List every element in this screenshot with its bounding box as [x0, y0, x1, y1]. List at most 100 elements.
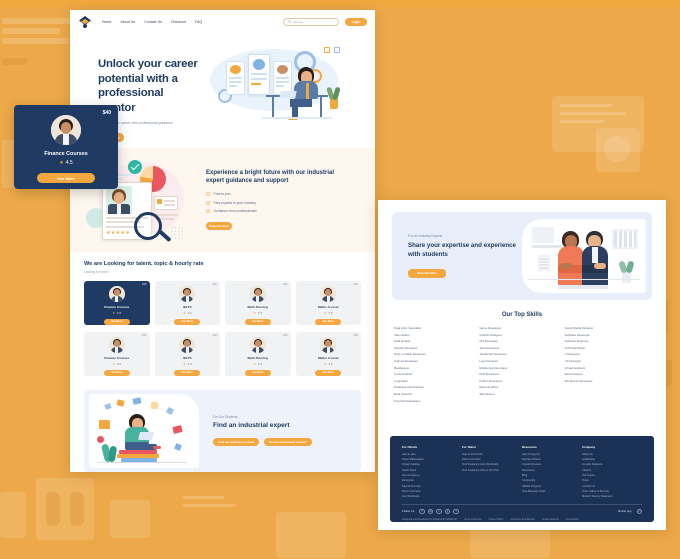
- talent-card[interactable]: $40 Finance Courses ★ 4.5 See More: [84, 280, 150, 325]
- footer-link[interactable]: Blog: [522, 474, 582, 477]
- footer-legal-item[interactable]: Cookie Settings: [542, 518, 559, 521]
- see-more-button[interactable]: See More: [103, 318, 130, 325]
- talent-card[interactable]: $40 Finance Courses ★ 4.5 See More: [84, 331, 150, 376]
- footer-link[interactable]: Help & Support: [522, 453, 582, 456]
- footer-link[interactable]: Affiliate Program: [522, 485, 582, 488]
- skill-item[interactable]: Copywriter: [394, 379, 479, 383]
- apple-icon[interactable]: : [636, 508, 642, 515]
- register-now-button[interactable]: Register Now: [206, 222, 232, 230]
- talent-card[interactable]: $40 Math Tutoring ★ 4.5 See More: [225, 280, 291, 325]
- nav-link-checkout[interactable]: Checkout: [171, 20, 186, 24]
- skill-item[interactable]: Wordpress Developer: [565, 379, 650, 383]
- see-more-button[interactable]: See More: [315, 318, 342, 325]
- see-more-button[interactable]: See More: [174, 369, 201, 376]
- twitter-icon[interactable]: t: [436, 508, 442, 515]
- skill-item[interactable]: SEO Expert: [479, 392, 564, 396]
- footer-legal-item[interactable]: CA Notice at Collection: [510, 518, 534, 521]
- footer-link[interactable]: Success Stories: [522, 458, 582, 461]
- see-more-button[interactable]: See More: [315, 369, 342, 376]
- skill-item[interactable]: Web Designer: [565, 372, 650, 376]
- skill-item[interactable]: UX Designer: [565, 359, 650, 363]
- see-more-button[interactable]: See More: [244, 318, 271, 325]
- skill-item[interactable]: Graphic Designer: [479, 333, 564, 337]
- skill-item[interactable]: Java Developer: [479, 346, 564, 350]
- talent-card[interactable]: $40 IELTS ★ 4.5 See More: [154, 331, 220, 376]
- footer-link[interactable]: Modern Slavery Statement: [582, 495, 642, 498]
- skill-item[interactable]: Virtual Assistant: [565, 366, 650, 370]
- skill-item[interactable]: Mobile App Developer: [479, 366, 564, 370]
- skill-item[interactable]: Data Entry Specialist: [394, 326, 479, 330]
- skill-item[interactable]: Shopify Developer: [394, 346, 479, 350]
- see-more-button[interactable]: See More: [103, 369, 130, 376]
- footer-link[interactable]: Direct Contracts: [402, 490, 462, 493]
- footer-link[interactable]: Contact Us: [582, 485, 642, 488]
- skill-item[interactable]: Social Media Manager: [565, 326, 650, 330]
- footer-link[interactable]: About Us: [582, 453, 642, 456]
- footer-link[interactable]: Community: [522, 479, 582, 482]
- footer-link[interactable]: Hire Worldwide: [402, 495, 462, 498]
- footer-link[interactable]: How to Find Work: [462, 453, 522, 456]
- footer-link[interactable]: Project Catalog: [402, 463, 462, 466]
- diamond-logo-icon[interactable]: [78, 15, 92, 29]
- skill-item[interactable]: Resume Writer: [479, 385, 564, 389]
- featured-see-more-button[interactable]: See More: [37, 173, 95, 183]
- skill-item[interactable]: Data Scientist: [394, 392, 479, 396]
- footer-link[interactable]: How to Hire: [402, 453, 462, 456]
- skill-item[interactable]: Video Editor: [394, 333, 479, 337]
- skill-item[interactable]: UI Designer: [565, 352, 650, 356]
- skill-item[interactable]: PHP Developer: [479, 372, 564, 376]
- see-more-button[interactable]: See More: [244, 369, 271, 376]
- footer-link[interactable]: Careers: [582, 469, 642, 472]
- linkedin-icon[interactable]: in: [427, 508, 434, 515]
- footer-legal-item[interactable]: Accessibility: [566, 518, 579, 521]
- footer-link[interactable]: Talent Scout: [402, 469, 462, 472]
- skill-item[interactable]: Software Engineer: [565, 339, 650, 343]
- search-input[interactable]: Search: [283, 17, 339, 26]
- skill-item[interactable]: Game Developer: [479, 326, 564, 330]
- footer-link[interactable]: Trust, Safety & Security: [582, 490, 642, 493]
- skill-item[interactable]: Content Writer: [394, 372, 479, 376]
- footer-legal-item[interactable]: Designed and Developed by Powered By WOR…: [402, 518, 457, 521]
- skill-item[interactable]: iOS Developer: [479, 339, 564, 343]
- talent-card[interactable]: $40 IELTS ★ 4.5 See More: [154, 280, 220, 325]
- talent-card[interactable]: $40 Math Tutoring ★ 4.5 See More: [225, 331, 291, 376]
- skill-item[interactable]: Database Administrator: [394, 385, 479, 389]
- footer-link[interactable]: Find Freelance Jobs in the USA: [462, 469, 522, 472]
- footer-link[interactable]: Upwork Reviews: [522, 463, 582, 466]
- browse-courses-button[interactable]: Browse and attend courses: [264, 438, 312, 447]
- footer-legal-item[interactable]: Privacy Policy: [489, 518, 504, 521]
- skill-item[interactable]: Ruby on Rails Developer: [394, 352, 479, 356]
- footer-link[interactable]: Payroll Services: [402, 485, 462, 488]
- talent-card[interactable]: $40 Maths A Level ★ 4.5 See More: [295, 331, 361, 376]
- instagram-icon[interactable]: i: [453, 508, 459, 515]
- footer-link[interactable]: Enterprise: [402, 479, 462, 482]
- footer-link[interactable]: Find Freelance Jobs Worldwide: [462, 463, 522, 466]
- skill-item[interactable]: Technical Writer: [565, 346, 650, 350]
- skill-item[interactable]: Bookkeeper: [394, 366, 479, 370]
- opportunities-button[interactable]: Opportunities: [408, 269, 446, 278]
- facebook-icon[interactable]: f: [419, 508, 425, 515]
- skill-item[interactable]: JavaScript Developer: [479, 352, 564, 356]
- youtube-icon[interactable]: y: [444, 508, 451, 515]
- footer-legal-item[interactable]: Terms of Service: [464, 518, 482, 521]
- footer-link[interactable]: Our Impact: [582, 474, 642, 477]
- skill-item[interactable]: Logo Designer: [479, 359, 564, 363]
- skill-item[interactable]: Android Developer: [394, 359, 479, 363]
- login-button[interactable]: Login: [345, 17, 367, 26]
- skill-item[interactable]: Python Developer: [479, 379, 564, 383]
- nav-link-home[interactable]: Home: [102, 20, 111, 24]
- nav-link-faq[interactable]: FAQ: [195, 20, 202, 24]
- footer-link[interactable]: Talent Marketplace: [402, 458, 462, 461]
- footer-link[interactable]: Resources: [522, 469, 582, 472]
- footer-link[interactable]: Investor Relations: [582, 463, 642, 466]
- nav-link-contact-us[interactable]: Contact Us: [144, 20, 162, 24]
- talent-card[interactable]: $40 Maths A Level ★ 4.5 See More: [295, 280, 361, 325]
- footer-link[interactable]: Leadership: [582, 458, 642, 461]
- footer-link[interactable]: Press: [582, 479, 642, 482]
- skill-item[interactable]: Software Developer: [565, 333, 650, 337]
- nav-link-about-us[interactable]: About Us: [120, 20, 135, 24]
- skill-item[interactable]: Front End Developer: [394, 399, 479, 403]
- footer-link[interactable]: Direct Contracts: [462, 458, 522, 461]
- find-training-button[interactable]: Find the training you need: [213, 438, 260, 447]
- featured-course-card[interactable]: $40 Finance Courses ★ 4.5 See More: [14, 105, 118, 189]
